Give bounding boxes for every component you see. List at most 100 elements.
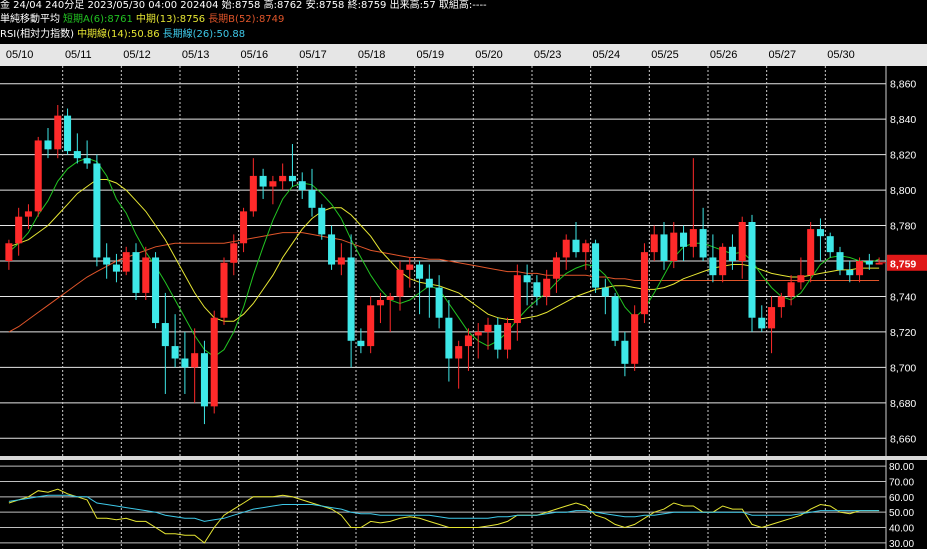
candle-body: [611, 296, 619, 341]
candle-body: [54, 115, 62, 150]
candle-body: [670, 232, 678, 261]
candle-body: [161, 323, 169, 347]
price-tick-label: 8,780: [890, 221, 916, 233]
candle-body: [376, 300, 384, 306]
candle-body: [44, 140, 52, 150]
candle-body: [621, 340, 629, 364]
candle-body: [298, 181, 306, 191]
candle-body: [777, 296, 785, 308]
candle-body: [318, 207, 326, 235]
candle-body: [748, 222, 756, 318]
candle-body: [631, 314, 639, 364]
candle-body: [386, 296, 394, 300]
rsi-tick-label: 60.00: [889, 493, 914, 504]
candle-body: [865, 261, 873, 265]
candle-body: [787, 282, 795, 297]
candle-body: [288, 175, 296, 182]
candle-body: [240, 211, 248, 244]
rsi-long-line: [8, 494, 880, 522]
candle-body: [34, 140, 42, 212]
candle-body: [112, 264, 120, 272]
price-tick-label: 8,740: [890, 291, 916, 303]
price-tick-label: 8,860: [890, 79, 916, 91]
candle-body: [513, 275, 521, 324]
rsi-tick-label: 30.00: [889, 539, 914, 549]
candle-body: [660, 234, 668, 261]
candle-body: [504, 323, 512, 350]
candle-body: [122, 252, 130, 272]
candle-body: [416, 264, 424, 279]
price-tick-label: 8,840: [890, 114, 916, 126]
candle-body: [640, 252, 648, 315]
candle-body: [230, 243, 238, 263]
candle-body: [396, 269, 404, 297]
candle-body: [738, 222, 746, 261]
candle-body: [83, 158, 91, 164]
candle-body: [494, 324, 502, 350]
candle-body: [171, 346, 179, 359]
candle-body: [572, 239, 580, 253]
candle-body: [337, 257, 345, 265]
candle-body: [259, 175, 267, 187]
price-tick-label: 8,680: [890, 398, 916, 410]
candle-body: [582, 243, 590, 253]
candle-body: [367, 305, 375, 347]
candle-body: [64, 115, 72, 152]
candle-body: [200, 353, 208, 407]
candle-body: [689, 229, 697, 247]
price-tick-label: 8,700: [890, 362, 916, 374]
price-tick-label: 8,720: [890, 327, 916, 339]
candle-body: [474, 331, 482, 336]
candle-body: [93, 163, 101, 258]
candle-body: [533, 282, 541, 297]
candle-body: [650, 234, 658, 253]
candle-body: [709, 257, 717, 276]
pane-separator: [0, 456, 927, 460]
candle-body: [15, 216, 23, 244]
candle-body: [181, 358, 189, 368]
candle-body: [132, 252, 140, 293]
candle-body: [562, 239, 570, 258]
candle-body: [347, 257, 355, 341]
candle-body: [836, 252, 844, 270]
candle-body: [103, 257, 111, 265]
candle-body: [523, 275, 531, 283]
candle-body: [73, 151, 81, 159]
candle-body: [728, 246, 736, 261]
candle-body: [464, 335, 472, 347]
price-chart-canvas[interactable]: 8,8608,8408,8208,8008,7808,7608,7408,720…: [0, 0, 927, 549]
candle-body: [328, 234, 336, 265]
candle-body: [357, 340, 365, 347]
candle-body: [797, 275, 805, 283]
candle-body: [152, 257, 160, 324]
candle-body: [552, 257, 560, 279]
candle-body: [680, 232, 688, 247]
candle-body: [856, 261, 864, 276]
candle-body: [768, 307, 776, 329]
candle-body: [592, 243, 600, 288]
candle-body: [601, 287, 609, 297]
candle-body: [210, 317, 218, 407]
candle-body: [279, 175, 287, 182]
rsi-tick-label: 70.00: [889, 477, 914, 488]
candle-body: [435, 287, 443, 318]
candle-body: [425, 278, 433, 288]
price-tick-label: 8,820: [890, 150, 916, 162]
candle-body: [220, 262, 228, 318]
candle-body: [846, 269, 854, 276]
candle-body: [5, 243, 13, 261]
candle-body: [445, 317, 453, 359]
candle-body: [308, 190, 316, 208]
price-tick-label: 8,800: [890, 185, 916, 197]
candle-body: [191, 353, 199, 368]
candle-body: [455, 346, 463, 359]
rsi-tick-label: 40.00: [889, 524, 914, 535]
candle-body: [816, 229, 824, 237]
candle-body: [406, 264, 414, 270]
candle-body: [826, 236, 834, 253]
candle-body: [24, 211, 32, 217]
candle-body: [807, 229, 815, 276]
candle-body: [699, 229, 707, 258]
candle-body: [719, 246, 727, 276]
candle-body: [142, 257, 150, 293]
